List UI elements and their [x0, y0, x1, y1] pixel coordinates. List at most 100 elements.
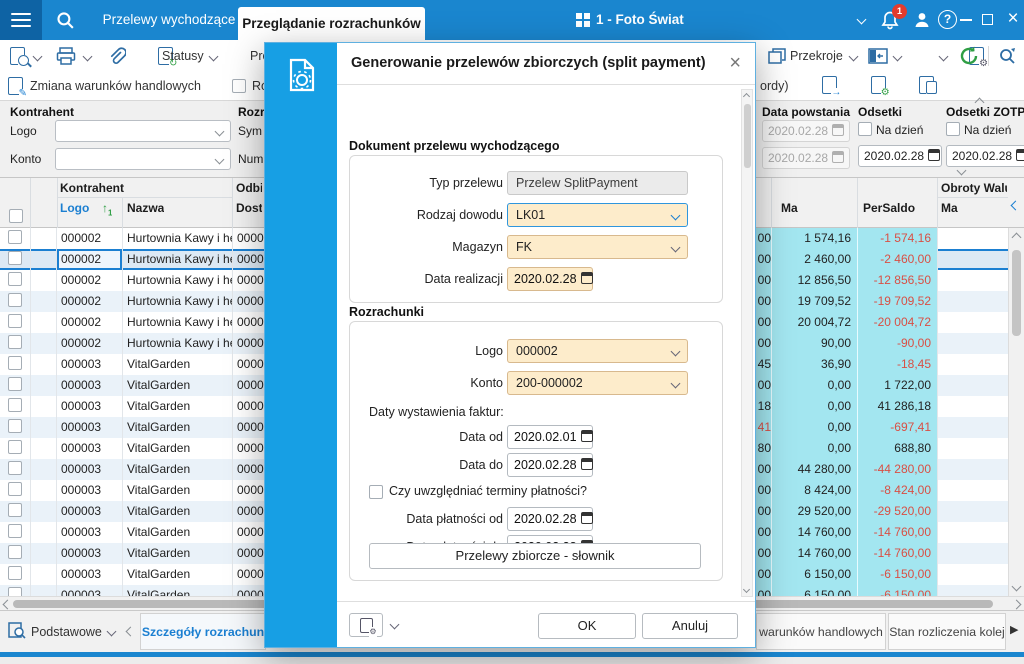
terminy-platnosci-checkbox[interactable]	[369, 485, 383, 499]
row-checkbox[interactable]	[8, 440, 22, 454]
cell-obroty-ma[interactable]	[937, 228, 1008, 249]
cell-winien-fragment[interactable]: 45	[756, 354, 771, 375]
cell-logo[interactable]: 000003	[57, 459, 122, 480]
refresh-icon[interactable]	[958, 45, 980, 67]
ok-button[interactable]: OK	[538, 613, 636, 639]
cell-persaldo[interactable]: 688,80	[857, 438, 937, 459]
tab-szczegoly-rozrachunku[interactable]: Szczegóły rozrachun	[140, 613, 266, 650]
cell-ma[interactable]: 19 709,52	[771, 291, 857, 312]
cell-winien-fragment[interactable]: 00	[756, 459, 771, 480]
row-checkbox[interactable]	[8, 230, 22, 244]
cell-winien-fragment[interactable]: 18	[756, 396, 771, 417]
cell-nazwa[interactable]: Hurtownia Kawy i he	[122, 333, 232, 354]
minimize-button[interactable]	[960, 19, 972, 21]
cell-winien-fragment[interactable]: 00	[756, 585, 771, 596]
filter-logo-combobox[interactable]	[55, 120, 231, 142]
cell-winien-fragment[interactable]: 00	[756, 312, 771, 333]
logo-select[interactable]: 000002	[507, 339, 688, 363]
cell-winien-fragment[interactable]: 00	[756, 291, 771, 312]
cancel-button[interactable]: Anuluj	[642, 613, 738, 639]
tab-przegladanie-rozrachunkow[interactable]: Przeglądanie rozrachunków	[238, 7, 425, 40]
cell-ma[interactable]: 6 150,00	[771, 564, 857, 585]
header-group-odbiorca[interactable]: Odbio	[236, 181, 262, 195]
row-checkbox[interactable]	[8, 419, 22, 433]
row-select-cell[interactable]	[0, 312, 30, 333]
cell-logo[interactable]: 000003	[57, 438, 122, 459]
header-col-persaldo[interactable]: PerSaldo	[863, 201, 915, 215]
data-realizacji-field[interactable]: 2020.02.28	[507, 267, 593, 291]
row-select-cell[interactable]	[0, 291, 30, 312]
cell-logo[interactable]: 000003	[57, 543, 122, 564]
print-dropdown-chevron-icon[interactable]	[82, 51, 93, 62]
cell-obroty-ma[interactable]	[937, 249, 1008, 270]
konto-select[interactable]: 200-000002	[507, 371, 688, 395]
cell-obroty-ma[interactable]	[937, 354, 1008, 375]
cell-nazwa[interactable]: Hurtownia Kawy i he	[122, 249, 232, 270]
cell-obroty-ma[interactable]	[937, 396, 1008, 417]
cell-ma[interactable]: 2 460,00	[771, 249, 857, 270]
vertical-scrollbar[interactable]	[1008, 228, 1024, 596]
cell-persaldo[interactable]: -44 280,00	[857, 459, 937, 480]
hamburger-menu-button[interactable]	[0, 0, 42, 40]
cell-obroty-ma[interactable]	[937, 459, 1008, 480]
cell-obroty-ma[interactable]	[937, 543, 1008, 564]
row-checkbox[interactable]	[8, 314, 22, 328]
cell-persaldo[interactable]: -697,41	[857, 417, 937, 438]
cell-logo[interactable]: 000002	[57, 312, 122, 333]
dialog-close-icon[interactable]: ×	[729, 43, 741, 84]
row-checkbox[interactable]	[8, 503, 22, 517]
print-icon[interactable]	[56, 47, 76, 65]
cell-obroty-ma[interactable]	[937, 312, 1008, 333]
cell-logo[interactable]: 000002	[57, 249, 122, 270]
cell-winien-fragment[interactable]: 00	[756, 480, 771, 501]
export-icon[interactable]: →	[822, 76, 842, 98]
cell-obroty-ma[interactable]	[937, 522, 1008, 543]
cell-ma[interactable]: 0,00	[771, 417, 857, 438]
dock-panel-chevron-icon[interactable]	[892, 51, 903, 62]
cell-obroty-ma[interactable]	[937, 480, 1008, 501]
vertical-scrollbar-thumb[interactable]	[1012, 250, 1021, 336]
row-select-cell[interactable]	[0, 375, 30, 396]
collapse-right-panel-icon[interactable]	[1010, 200, 1021, 211]
sort-ascending-icon[interactable]: ↑1	[102, 201, 112, 217]
dialog-scrollbar-thumb[interactable]	[744, 104, 751, 168]
row-checkbox[interactable]	[8, 398, 22, 412]
row-checkbox[interactable]	[8, 272, 22, 286]
cell-ma[interactable]: 90,00	[771, 333, 857, 354]
select-all-checkbox[interactable]	[9, 209, 23, 223]
cell-winien-fragment[interactable]: 00	[756, 522, 771, 543]
cell-persaldo[interactable]: -6 150,00	[857, 585, 937, 596]
tab-przelewy-wychodzace[interactable]: Przelewy wychodzące	[100, 0, 238, 40]
data-powstania-do-field[interactable]: 2020.02.28	[762, 147, 850, 169]
cell-nazwa[interactable]: Hurtownia Kawy i he	[122, 291, 232, 312]
cell-obroty-ma[interactable]	[937, 438, 1008, 459]
cell-ma[interactable]: 14 760,00	[771, 543, 857, 564]
cell-nazwa[interactable]: VitalGarden	[122, 354, 232, 375]
cell-nazwa[interactable]: VitalGarden	[122, 459, 232, 480]
cell-obroty-ma[interactable]	[937, 291, 1008, 312]
data-powstania-od-field[interactable]: 2020.02.28	[762, 120, 850, 142]
przekroje-chevron-icon[interactable]	[848, 51, 859, 62]
cell-persaldo[interactable]: -14 760,00	[857, 543, 937, 564]
cell-ma[interactable]: 20 004,72	[771, 312, 857, 333]
odsetki-na-dzien-checkbox[interactable]	[858, 122, 872, 136]
view-selector-chevron-icon[interactable]	[106, 626, 117, 637]
cell-logo[interactable]: 000003	[57, 417, 122, 438]
cell-winien-fragment[interactable]: 00	[756, 564, 771, 585]
row-checkbox[interactable]	[8, 356, 22, 370]
zmiana-warunkow-icon[interactable]: ✎	[8, 77, 27, 99]
cell-logo[interactable]: 000002	[57, 270, 122, 291]
cell-persaldo[interactable]: -29 520,00	[857, 501, 937, 522]
cell-ma[interactable]: 14 760,00	[771, 522, 857, 543]
cell-persaldo[interactable]: -19 709,52	[857, 291, 937, 312]
cell-nazwa[interactable]: VitalGarden	[122, 501, 232, 522]
odsetki-data-field[interactable]: 2020.02.28	[858, 145, 942, 167]
row-checkbox[interactable]	[8, 251, 22, 265]
cell-ma[interactable]: 12 856,50	[771, 270, 857, 291]
export-settings-icon[interactable]: ⚙	[870, 76, 890, 98]
header-col-nazwa[interactable]: Nazwa	[127, 201, 164, 215]
cell-nazwa[interactable]: VitalGarden	[122, 564, 232, 585]
cell-nazwa[interactable]: VitalGarden	[122, 417, 232, 438]
dialog-settings-chevron-icon[interactable]	[389, 619, 400, 630]
cell-nazwa[interactable]: VitalGarden	[122, 375, 232, 396]
